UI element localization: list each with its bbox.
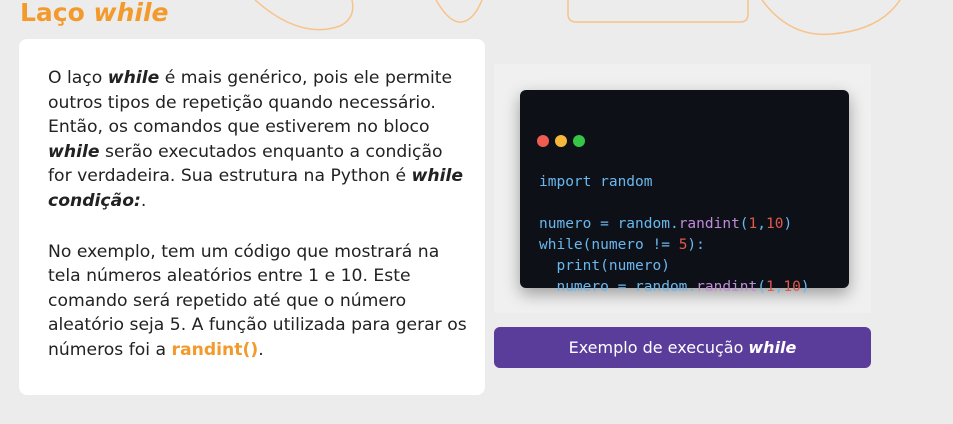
code-line-reassign: numero = random.randint(1,10) [539, 279, 810, 295]
code-token: ) [800, 279, 810, 295]
keyword-while: while [48, 141, 100, 162]
text-segment: serão executados enquanto a condição for… [48, 141, 443, 187]
code-token-function: randint [678, 216, 740, 232]
code-window: import random numero = random.randint(1,… [520, 90, 849, 295]
caption-emphasis: while [748, 338, 797, 357]
code-line-while: while(numero != 5): [539, 237, 705, 253]
window-controls [537, 135, 585, 147]
keyword-while: while [107, 68, 160, 88]
code-token-number: 1 [748, 216, 758, 232]
code-token-function: randint [696, 279, 758, 295]
code-token-number: 10 [766, 216, 784, 232]
page-title-text: Laço [20, 0, 85, 27]
code-token-number: 1 [765, 279, 775, 295]
text-segment: . [140, 190, 147, 211]
code-line-print: print(numero) [539, 258, 670, 274]
minimize-dot-icon [555, 135, 567, 147]
code-token: ) [783, 216, 793, 232]
explanation-text: O laço while é mais genérico, pois ele p… [48, 66, 468, 363]
caption-button[interactable]: Exemplo de execução while [494, 327, 871, 368]
code-block: import random numero = random.randint(1,… [539, 172, 810, 298]
text-segment: O laço [48, 68, 108, 88]
code-token: ( [739, 216, 749, 232]
code-token: ( [757, 279, 766, 295]
text-segment: . [258, 339, 264, 360]
code-line-assign: numero = random.randint(1,10) [539, 216, 792, 232]
paragraph-while-description: O laço while é mais genérico, pois ele p… [48, 66, 468, 214]
maximize-dot-icon [573, 135, 585, 147]
page-title-emphasis: while [93, 0, 169, 27]
code-token: numero = random. [539, 216, 679, 232]
code-example-figure: import random numero = random.randint(1,… [494, 64, 871, 313]
code-line-import: import random [539, 174, 653, 190]
explanation-card: O laço while é mais genérico, pois ele p… [19, 39, 485, 395]
paragraph-example-description: No exemplo, tem um código que mostrará n… [48, 240, 468, 363]
page-title: Laço while [20, 0, 169, 30]
highlight-randint: randint() [171, 339, 259, 360]
code-token: while(numero != [539, 237, 679, 253]
caption-text: Exemplo de execução [568, 338, 744, 357]
code-token: , [757, 216, 766, 232]
code-token: ): [687, 237, 705, 253]
close-dot-icon [537, 135, 549, 147]
code-token: numero = random. [539, 279, 697, 295]
code-token-number: 10 [783, 279, 801, 295]
